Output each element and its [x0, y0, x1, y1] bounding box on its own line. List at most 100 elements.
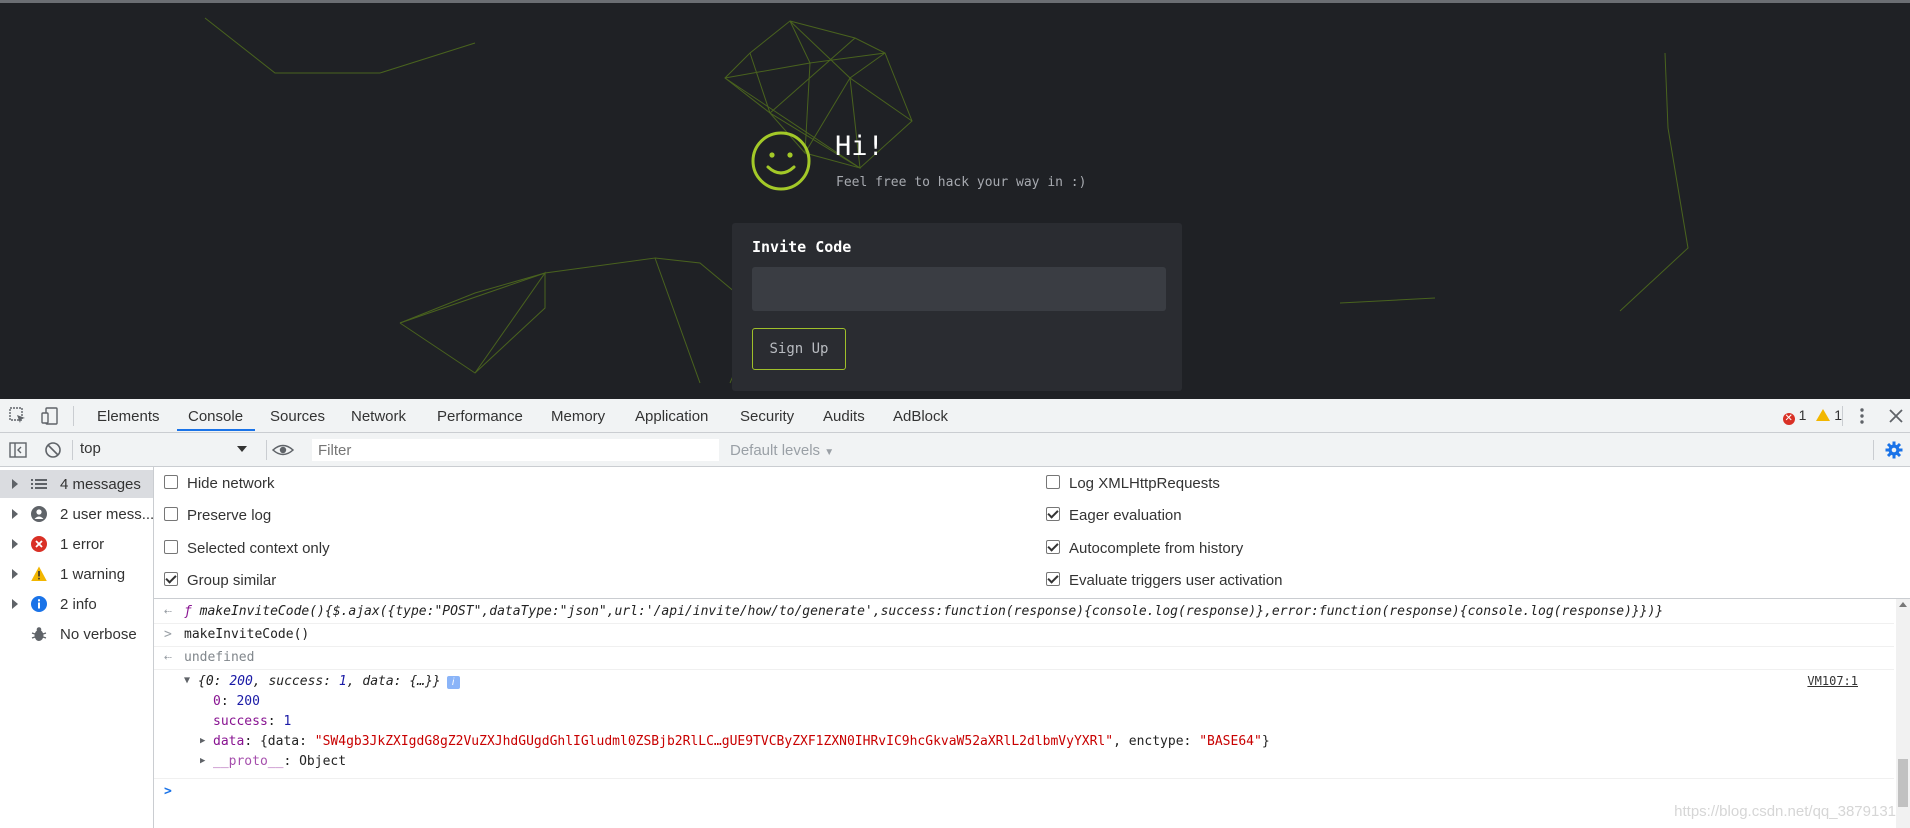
- clear-console-icon[interactable]: [44, 441, 62, 459]
- log-xmlhttprequests-option[interactable]: Log XMLHttpRequests: [1046, 475, 1220, 492]
- input-command: makeInviteCode(): [184, 627, 310, 642]
- function-glyph: ƒ: [184, 604, 192, 619]
- console-output[interactable]: ⇠ ƒ makeInviteCode(){$.ajax({type:"POST"…: [154, 599, 1910, 828]
- console-input-line: > makeInviteCode(): [154, 624, 1894, 647]
- tab-memory[interactable]: Memory: [551, 408, 605, 425]
- tab-elements[interactable]: Elements: [97, 408, 160, 425]
- sidebar-item-warnings[interactable]: 1 warning: [0, 560, 153, 588]
- tab-security[interactable]: Security: [740, 408, 794, 425]
- console-prompt[interactable]: >: [154, 779, 1894, 805]
- selected-context-only-option[interactable]: Selected context only: [164, 540, 330, 557]
- expand-arrow-icon: [12, 539, 18, 549]
- checkbox[interactable]: [164, 507, 178, 521]
- gear-icon[interactable]: [1885, 441, 1903, 459]
- log-levels-label: Default levels: [730, 442, 821, 459]
- checkbox[interactable]: [164, 540, 178, 554]
- property-proto[interactable]: __proto__: Object: [213, 754, 346, 769]
- web-page: Hi! Feel free to hack your way in :) Inv…: [0, 0, 1910, 399]
- tab-application[interactable]: Application: [635, 408, 708, 425]
- warning-count-icon: [1816, 409, 1831, 421]
- scroll-up-icon[interactable]: [1899, 602, 1907, 607]
- eager-evaluation-option[interactable]: Eager evaluation: [1046, 507, 1182, 524]
- group-similar-option[interactable]: Group similar: [164, 572, 276, 589]
- summary-text: {0:: [198, 674, 230, 689]
- property-key: 0: [213, 694, 221, 709]
- error-count-icon: ✕: [1782, 413, 1795, 425]
- checkbox-checked[interactable]: [1046, 507, 1060, 521]
- page-subheading: Feel free to hack your way in :): [836, 175, 1087, 190]
- tab-audits[interactable]: Audits: [823, 408, 865, 425]
- checkbox-checked[interactable]: [1046, 572, 1060, 586]
- checkbox-checked[interactable]: [1046, 540, 1060, 554]
- console-log-object[interactable]: ▼ {0: 200, success: 1, data: {…}} i VM107…: [154, 670, 1894, 779]
- chevron-down-icon: [237, 446, 247, 452]
- sidebar-item-label: 4 messages: [60, 476, 141, 493]
- warning-icon: [31, 566, 47, 581]
- expand-arrow-icon[interactable]: ▶: [200, 736, 205, 746]
- property-value: 1: [283, 714, 292, 729]
- info-badge-icon[interactable]: i: [446, 676, 460, 689]
- console-result-line: ⇠ undefined: [154, 647, 1894, 670]
- option-label: Selected context only: [187, 540, 330, 557]
- property-data[interactable]: data: {data: "SW4gb3JkZXIgdG8gZ2VuZXJhdG…: [213, 734, 1270, 749]
- source-link[interactable]: VM107:1: [1807, 674, 1858, 688]
- console-scrollbar[interactable]: [1896, 599, 1910, 828]
- divider: [72, 440, 73, 460]
- summary-number: 1: [338, 674, 347, 689]
- sign-up-button[interactable]: Sign Up: [752, 328, 846, 370]
- active-tab-indicator: [177, 429, 255, 431]
- eye-icon[interactable]: [272, 441, 294, 459]
- checkbox[interactable]: [164, 475, 178, 489]
- property-0: 0: 200: [213, 694, 260, 709]
- bug-icon: [31, 627, 47, 641]
- devtools-tab-bar: Elements Console Sources Network Perform…: [0, 399, 1910, 433]
- tab-console[interactable]: Console: [188, 408, 243, 425]
- checkbox[interactable]: [1046, 475, 1060, 489]
- checkbox-checked[interactable]: [164, 572, 178, 586]
- divider: [1842, 406, 1843, 426]
- close-devtools-icon[interactable]: [1887, 407, 1905, 425]
- sidebar-item-info[interactable]: 2 info: [0, 590, 153, 618]
- preserve-log-option[interactable]: Preserve log: [164, 507, 271, 524]
- option-label: Group similar: [187, 572, 277, 589]
- sidebar-toggle-icon[interactable]: [9, 441, 27, 459]
- issue-counter[interactable]: ✕ 1 1: [1782, 407, 1842, 425]
- result-arrow-icon: ⇠: [164, 604, 172, 619]
- result-arrow-icon: ⇠: [164, 650, 172, 665]
- evaluate-triggers-option[interactable]: Evaluate triggers user activation: [1046, 572, 1282, 589]
- console-sidebar: 4 messages 2 user mess... 1 error 1 warn…: [0, 467, 154, 828]
- property-key: success: [213, 714, 268, 729]
- option-label: Hide network: [187, 475, 275, 492]
- filter-input[interactable]: [312, 439, 719, 461]
- device-toolbar-icon[interactable]: [41, 407, 59, 425]
- sidebar-item-errors[interactable]: 1 error: [0, 530, 153, 558]
- sidebar-item-label: 1 error: [60, 536, 105, 553]
- sidebar-item-verbose[interactable]: No verbose: [0, 620, 153, 648]
- tab-sources[interactable]: Sources: [270, 408, 325, 425]
- autocomplete-history-option[interactable]: Autocomplete from history: [1046, 540, 1243, 557]
- expand-arrow-icon: [12, 569, 18, 579]
- invite-code-input[interactable]: [752, 267, 1166, 311]
- context-select[interactable]: top: [80, 440, 250, 460]
- list-icon: [31, 479, 47, 489]
- tab-adblock[interactable]: AdBlock: [893, 408, 948, 425]
- scrollbar-thumb[interactable]: [1898, 759, 1908, 807]
- option-label: Autocomplete from history: [1069, 540, 1244, 557]
- hide-network-option[interactable]: Hide network: [164, 475, 275, 492]
- sidebar-item-user-messages[interactable]: 2 user mess...: [0, 500, 154, 528]
- option-label: Log XMLHttpRequests: [1069, 475, 1220, 492]
- collapse-arrow-icon[interactable]: ▼: [184, 675, 190, 686]
- more-options-icon[interactable]: [1853, 407, 1871, 425]
- page-heading: Hi!: [835, 131, 884, 162]
- log-levels-dropdown[interactable]: Default levels ▼: [730, 442, 834, 459]
- info-icon: [31, 596, 47, 612]
- tab-performance[interactable]: Performance: [437, 408, 523, 425]
- tab-network[interactable]: Network: [351, 408, 406, 425]
- expand-arrow-icon[interactable]: ▶: [200, 756, 205, 766]
- inspect-element-icon[interactable]: [9, 407, 27, 425]
- object-summary[interactable]: {0: 200, success: 1, data: {…}} i: [198, 674, 460, 689]
- sidebar-item-label: No verbose: [60, 626, 137, 643]
- error-icon: [31, 536, 47, 552]
- sidebar-item-messages[interactable]: 4 messages: [0, 470, 153, 498]
- property-value: Object: [299, 754, 347, 769]
